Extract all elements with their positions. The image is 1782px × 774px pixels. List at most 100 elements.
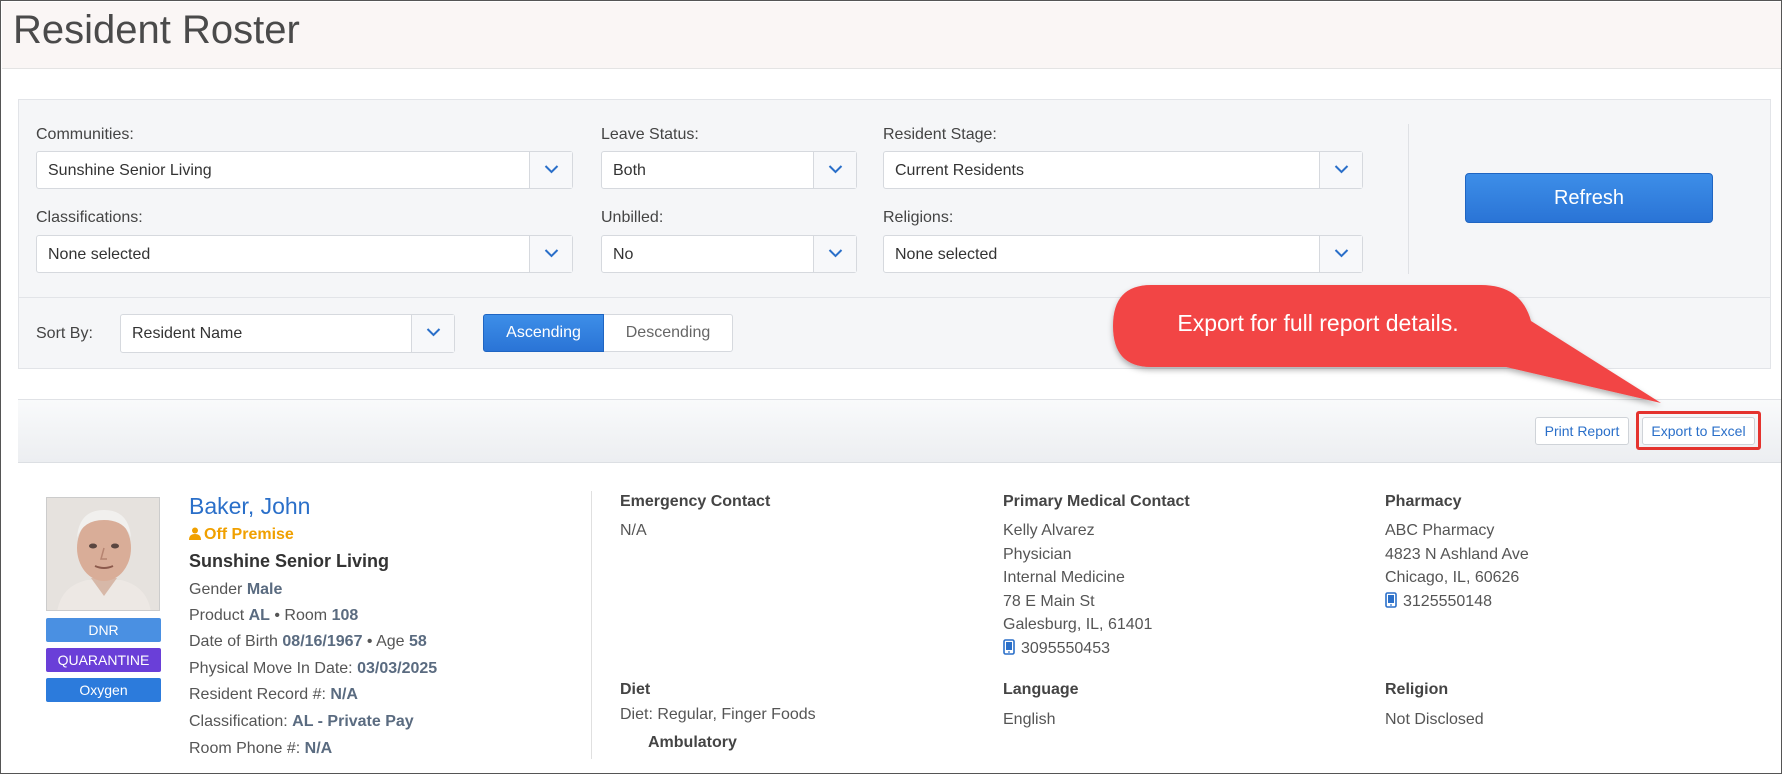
- resident-stage-label: Resident Stage:: [883, 126, 997, 143]
- person-icon: [189, 527, 201, 540]
- communities-select[interactable]: Sunshine Senior Living: [36, 151, 573, 189]
- sort-by-label: Sort By:: [36, 325, 93, 342]
- sort-descending-button[interactable]: Descending: [604, 314, 733, 352]
- medical-contact-phone-line: 3095550453: [1003, 637, 1152, 661]
- religions-select[interactable]: None selected: [883, 235, 1363, 273]
- leave-status-dropdown-toggle[interactable]: [813, 152, 856, 188]
- unbilled-select[interactable]: No: [601, 235, 857, 273]
- primary-medical-heading: Primary Medical Contact: [1003, 493, 1190, 510]
- communities-label: Communities:: [36, 126, 134, 143]
- product-value: AL: [248, 607, 270, 624]
- age-value: 58: [409, 633, 427, 650]
- unbilled-label: Unbilled:: [601, 209, 664, 226]
- gender-label: Gender: [189, 581, 243, 598]
- move-in-line: Physical Move In Date: 03/03/2025: [189, 660, 437, 678]
- gender-line: Gender Male: [189, 581, 282, 599]
- medical-contact-specialty: Internal Medicine: [1003, 569, 1125, 586]
- off-premise-label: Off Premise: [204, 526, 294, 543]
- religions-label: Religions:: [883, 209, 954, 226]
- diet-value: Diet: Regular, Finger Foods: [620, 706, 816, 723]
- sort-by-dropdown-toggle[interactable]: [411, 315, 454, 352]
- chevron-down-icon: [1334, 165, 1349, 174]
- room-value: 108: [331, 607, 359, 624]
- pharmacy-name: ABC Pharmacy: [1385, 522, 1495, 539]
- off-premise-status: Off Premise: [189, 526, 294, 544]
- gender-value: Male: [246, 581, 283, 598]
- medical-contact-phone[interactable]: 3095550453: [1021, 640, 1110, 657]
- language-heading: Language: [1003, 681, 1079, 698]
- pharmacy-heading: Pharmacy: [1385, 493, 1462, 510]
- refresh-button[interactable]: Refresh: [1465, 173, 1713, 223]
- report-toolbar: [18, 399, 1781, 463]
- chevron-down-icon: [426, 328, 441, 337]
- resident-name-link[interactable]: Baker, John: [189, 493, 310, 520]
- resident-stage-value: Current Residents: [895, 162, 1024, 179]
- record-label: Resident Record #:: [189, 686, 326, 703]
- sort-ascending-button[interactable]: Ascending: [483, 314, 604, 352]
- print-report-button[interactable]: Print Report: [1535, 417, 1629, 445]
- sort-by-value: Resident Name: [132, 325, 243, 342]
- chevron-down-icon: [828, 165, 843, 174]
- communities-value: Sunshine Senior Living: [48, 162, 212, 179]
- dob-label: Date of Birth: [189, 633, 278, 650]
- callout-text: Export for full report details.: [1177, 310, 1459, 336]
- badge-dnr: DNR: [46, 618, 161, 642]
- medical-contact-role: Physician: [1003, 545, 1072, 563]
- page-header: Resident Roster: [2, 2, 1781, 69]
- pharmacy-street: 4823 N Ashland Ave: [1385, 545, 1529, 563]
- emergency-contact-heading: Emergency Contact: [620, 493, 771, 510]
- chevron-down-icon: [544, 249, 559, 258]
- record-line: Resident Record #: N/A: [189, 686, 358, 704]
- classifications-select[interactable]: None selected: [36, 235, 573, 273]
- filter-divider: [19, 297, 1770, 298]
- sort-by-select[interactable]: Resident Name: [120, 314, 455, 353]
- resident-community: Sunshine Senior Living: [189, 551, 390, 571]
- badge-quarantine: QUARANTINE: [46, 648, 161, 672]
- religions-value: None selected: [895, 246, 998, 263]
- leave-status-value: Both: [613, 162, 646, 179]
- move-in-label: Physical Move In Date:: [189, 660, 353, 677]
- mobility-value: Ambulatory: [648, 734, 737, 751]
- classification-label: Classification:: [189, 713, 288, 730]
- leave-status-select[interactable]: Both: [601, 151, 857, 189]
- room-phone-line: Room Phone #: N/A: [189, 740, 332, 758]
- age-label: Age: [376, 633, 405, 650]
- communities-dropdown-toggle[interactable]: [529, 152, 572, 188]
- room-phone-label: Room Phone #:: [189, 740, 301, 757]
- room-label: Room: [284, 607, 328, 624]
- classification-line: Classification: AL - Private Pay: [189, 713, 414, 731]
- unbilled-dropdown-toggle[interactable]: [813, 236, 856, 272]
- diet-heading: Diet: [620, 681, 651, 698]
- app-frame: Resident Roster Communities: Sunshine Se…: [0, 0, 1782, 774]
- religion-heading: Religion: [1385, 681, 1449, 698]
- export-highlight-box: [1636, 411, 1761, 450]
- person-photo-icon: [47, 498, 159, 610]
- badge-label: DNR: [88, 622, 119, 638]
- product-label: Product: [189, 607, 245, 624]
- resident-photo: [46, 497, 160, 611]
- chevron-down-icon: [828, 249, 843, 258]
- classification-value: AL - Private Pay: [292, 713, 414, 730]
- dob-line: Date of Birth 08/16/1967 • Age 58: [189, 633, 427, 650]
- phone-icon: [1003, 638, 1015, 655]
- phone-icon: [1385, 591, 1397, 608]
- religion-value: Not Disclosed: [1385, 711, 1484, 728]
- chevron-down-icon: [544, 165, 559, 174]
- chevron-down-icon: [1334, 249, 1349, 258]
- dob-value: 08/16/1967: [282, 633, 363, 650]
- emergency-contact-value: N/A: [620, 522, 647, 539]
- classifications-dropdown-toggle[interactable]: [529, 236, 572, 272]
- resident-stage-select[interactable]: Current Residents: [883, 151, 1363, 189]
- pharmacy-city: Chicago, IL, 60626: [1385, 569, 1520, 586]
- religions-dropdown-toggle[interactable]: [1319, 236, 1362, 272]
- medical-contact-street: 78 E Main St: [1003, 592, 1095, 610]
- product-line: Product AL • Room 108: [189, 607, 359, 624]
- resident-stage-dropdown-toggle[interactable]: [1319, 152, 1362, 188]
- pharmacy-phone[interactable]: 3125550148: [1403, 593, 1492, 610]
- resident-divider: [591, 491, 592, 759]
- badge-label: QUARANTINE: [57, 652, 150, 668]
- medical-contact-city: Galesburg, IL, 61401: [1003, 616, 1153, 633]
- page-title: Resident Roster: [13, 8, 300, 52]
- unbilled-value: No: [613, 246, 634, 263]
- badge-label: Oxygen: [79, 682, 128, 698]
